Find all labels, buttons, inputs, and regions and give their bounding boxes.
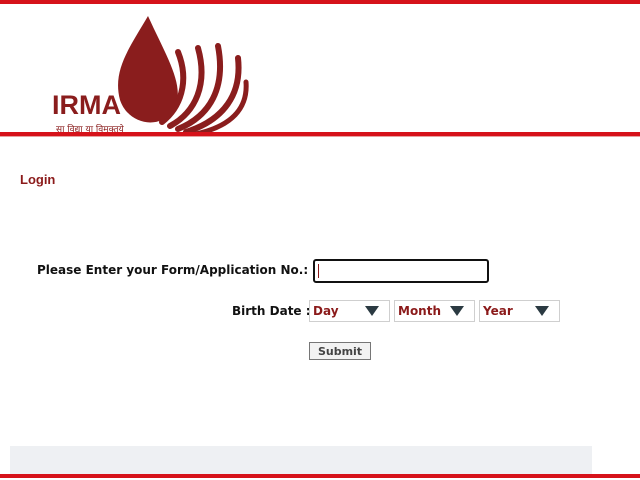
dropdown-arrow-icon bbox=[450, 306, 464, 316]
dropdown-arrow-icon bbox=[535, 306, 549, 316]
site-header: IRMA सा विद्या या विमुक्तये bbox=[0, 4, 640, 137]
text-caret bbox=[318, 264, 319, 278]
birth-month-select[interactable]: Month bbox=[394, 300, 475, 322]
application-number-field[interactable] bbox=[313, 259, 489, 283]
birth-date-label: Birth Date : bbox=[232, 304, 311, 318]
footer-band bbox=[10, 446, 592, 474]
birth-year-select[interactable]: Year bbox=[479, 300, 560, 322]
birth-year-value: Year bbox=[483, 304, 513, 318]
application-number-input[interactable] bbox=[315, 262, 487, 282]
dropdown-arrow-icon bbox=[365, 306, 379, 316]
birth-day-value: Day bbox=[313, 304, 339, 318]
header-divider-shadow bbox=[0, 136, 640, 137]
logo-wordmark: IRMA bbox=[52, 90, 121, 120]
birth-day-select[interactable]: Day bbox=[309, 300, 390, 322]
birth-month-value: Month bbox=[398, 304, 442, 318]
page-title: Login bbox=[20, 172, 56, 187]
submit-button[interactable]: Submit bbox=[309, 342, 371, 360]
application-number-label: Please Enter your Form/Application No.: bbox=[37, 263, 309, 277]
